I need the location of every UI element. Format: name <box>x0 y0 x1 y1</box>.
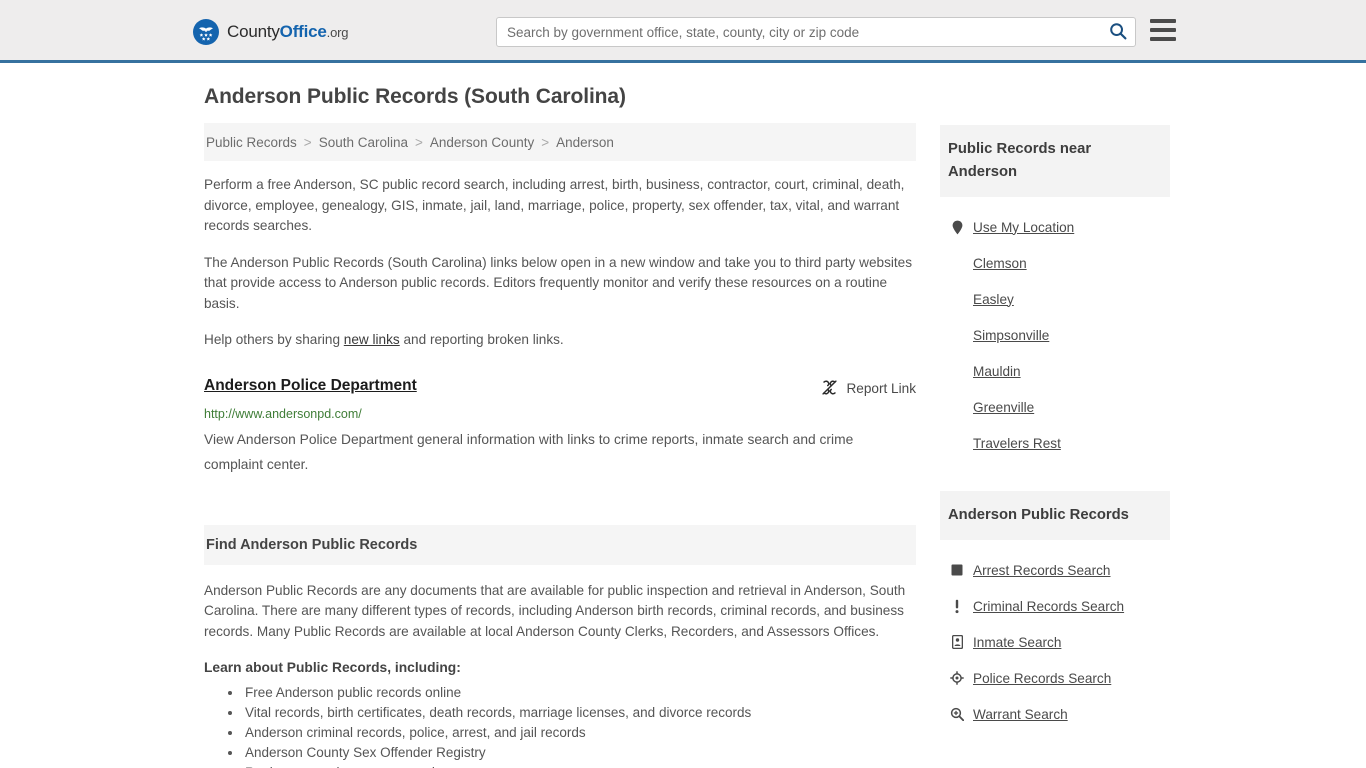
hamburger-menu-icon-bar <box>1150 28 1176 32</box>
list-item[interactable]: Greenville <box>940 389 1170 425</box>
search-icon <box>1109 22 1127 43</box>
links-paragraph: The Anderson Public Records (South Carol… <box>204 254 913 311</box>
list-item: Anderson criminal records, police, arres… <box>243 723 916 743</box>
search-input[interactable] <box>497 18 1101 46</box>
breadcrumb: Public Records > South Carolina > Anders… <box>204 123 916 161</box>
site-header: CountyOffice.org <box>0 0 1366 63</box>
sidebar-item-simpsonville[interactable]: Simpsonville <box>973 328 1049 343</box>
hamburger-menu-icon-bar <box>1150 37 1176 41</box>
result-url-link[interactable]: http://www.andersonpd.com/ <box>204 407 916 421</box>
list-item: Vital records, birth certificates, death… <box>243 703 916 723</box>
list-item[interactable]: Easley <box>940 281 1170 317</box>
sidebar-item-greenville[interactable]: Greenville <box>973 400 1034 415</box>
report-link-label: Report Link <box>846 381 916 396</box>
sidebar-item-warrant-search[interactable]: Warrant Search <box>973 707 1068 722</box>
search-button[interactable] <box>1101 18 1135 46</box>
section-heading: Find Anderson Public Records <box>204 524 916 565</box>
list-item[interactable]: Criminal Records Search <box>940 588 1170 624</box>
list-item[interactable]: Travelers Rest <box>940 425 1170 461</box>
list-item: Anderson County Sex Offender Registry <box>243 743 916 763</box>
breadcrumb-separator: > <box>415 134 423 150</box>
main-content: Anderson Public Records (South Carolina)… <box>204 85 916 768</box>
records-box-heading: Anderson Public Records <box>940 491 1170 540</box>
public-records-near-box: Public Records near Anderson Use My Loca… <box>940 125 1170 461</box>
hamburger-menu-button[interactable] <box>1150 19 1176 41</box>
list-item[interactable]: Simpsonville <box>940 317 1170 353</box>
find-records-section: Find Anderson Public Records Anderson Pu… <box>204 524 916 768</box>
result-title-link[interactable]: Anderson Police Department <box>204 377 417 395</box>
search-bar[interactable] <box>496 17 1136 47</box>
list-item[interactable]: Use My Location <box>940 209 1170 245</box>
near-box-heading: Public Records near Anderson <box>940 125 1170 197</box>
learn-heading: Learn about Public Records, including: <box>204 660 461 675</box>
intro-paragraph: Perform a free Anderson, SC public recor… <box>204 177 905 233</box>
id-badge-icon <box>950 635 964 650</box>
exclamation-icon <box>950 599 964 614</box>
list-item[interactable]: Mauldin <box>940 353 1170 389</box>
near-box-list: Use My Location Clemson Easley Simpsonvi… <box>940 197 1170 461</box>
list-item[interactable]: Warrant Search <box>940 696 1170 732</box>
list-item[interactable]: Arrest Records Search <box>940 552 1170 588</box>
records-box-list: Arrest Records Search Criminal Records S… <box>940 540 1170 732</box>
breadcrumb-separator: > <box>303 134 312 150</box>
map-pin-icon <box>950 220 964 235</box>
result-item: Anderson Police Department Report Link h… <box>204 377 916 477</box>
list-item[interactable]: Police Records Search <box>940 660 1170 696</box>
brand-part-two: Office <box>279 22 327 41</box>
section-paragraph: Anderson Public Records are any document… <box>204 582 906 639</box>
breadcrumb-item-public-records[interactable]: Public Records <box>206 135 297 150</box>
sidebar-item-easley[interactable]: Easley <box>973 292 1014 307</box>
brand-part-one: County <box>227 22 280 41</box>
sidebar: Public Records near Anderson Use My Loca… <box>940 125 1170 732</box>
result-description: View Anderson Police Department general … <box>204 431 854 472</box>
help-paragraph: Help others by sharing new links and rep… <box>204 330 916 351</box>
sidebar-item-inmate-search[interactable]: Inmate Search <box>973 635 1061 650</box>
sidebar-item-mauldin[interactable]: Mauldin <box>973 364 1021 379</box>
eagle-shield-logo-icon <box>193 19 219 45</box>
sidebar-item-police-records-search[interactable]: Police Records Search <box>973 671 1111 686</box>
learn-bullet-list: Free Anderson public records online Vita… <box>204 683 916 768</box>
list-item: Free Anderson public records online <box>243 683 916 703</box>
sidebar-item-clemson[interactable]: Clemson <box>973 256 1027 271</box>
list-item: Real estate and property records <box>243 763 916 768</box>
site-logo-text: CountyOffice.org <box>227 22 348 42</box>
list-item[interactable]: Inmate Search <box>940 624 1170 660</box>
list-item[interactable]: Clemson <box>940 245 1170 281</box>
anderson-public-records-box: Anderson Public Records Arrest Records S… <box>940 491 1170 732</box>
help-suffix-text: and reporting broken links. <box>399 332 564 347</box>
badge-target-icon <box>950 671 964 686</box>
new-links-link[interactable]: new links <box>344 332 400 347</box>
breadcrumb-item-anderson[interactable]: Anderson <box>556 135 614 150</box>
fingerprint-icon <box>950 563 964 578</box>
magnifier-plus-icon <box>950 707 964 722</box>
breadcrumb-item-south-carolina[interactable]: South Carolina <box>319 135 408 150</box>
sidebar-item-use-my-location[interactable]: Use My Location <box>973 220 1074 235</box>
breadcrumb-separator: > <box>541 134 550 150</box>
hamburger-menu-icon-bar <box>1150 19 1176 23</box>
sidebar-item-criminal-records-search[interactable]: Criminal Records Search <box>973 599 1124 614</box>
help-prefix-text: Help others by sharing <box>204 332 344 347</box>
breadcrumb-item-anderson-county[interactable]: Anderson County <box>430 135 534 150</box>
report-link-button[interactable]: Report Link <box>821 379 916 399</box>
broken-link-icon <box>821 379 838 399</box>
sidebar-item-arrest-records-search[interactable]: Arrest Records Search <box>973 563 1111 578</box>
result-header-row: Anderson Police Department Report Link <box>204 377 916 399</box>
page-title: Anderson Public Records (South Carolina) <box>204 85 626 108</box>
site-logo-link[interactable]: CountyOffice.org <box>193 19 348 45</box>
sidebar-item-travelers-rest[interactable]: Travelers Rest <box>973 436 1061 451</box>
brand-tld: .org <box>326 25 349 40</box>
